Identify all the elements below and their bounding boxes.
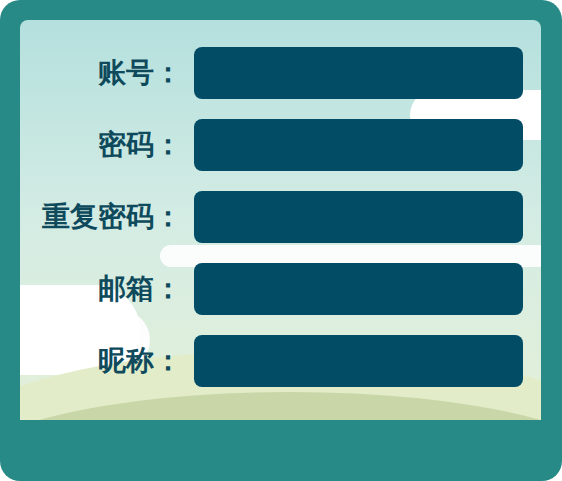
text-input[interactable] [194,335,523,387]
text-input[interactable] [194,263,523,315]
form-row: 密码： [20,119,541,171]
form-row: 昵称： [20,335,541,387]
register-form: 账号： 密码： 重复密码： 邮箱： 昵称： [20,20,541,387]
text-input[interactable] [194,47,523,99]
field-label: 账号： [20,56,182,90]
form-row: 重复密码： [20,191,541,243]
register-frame: 账号： 密码： 重复密码： 邮箱： 昵称： [0,0,562,481]
form-row: 账号： [20,47,541,99]
field-label: 重复密码： [20,200,182,234]
text-input[interactable] [194,191,523,243]
field-label: 密码： [20,128,182,162]
text-input[interactable] [194,119,523,171]
form-row: 邮箱： [20,263,541,315]
form-panel: 账号： 密码： 重复密码： 邮箱： 昵称： [20,20,541,420]
field-label: 邮箱： [20,272,182,306]
field-label: 昵称： [20,344,182,378]
